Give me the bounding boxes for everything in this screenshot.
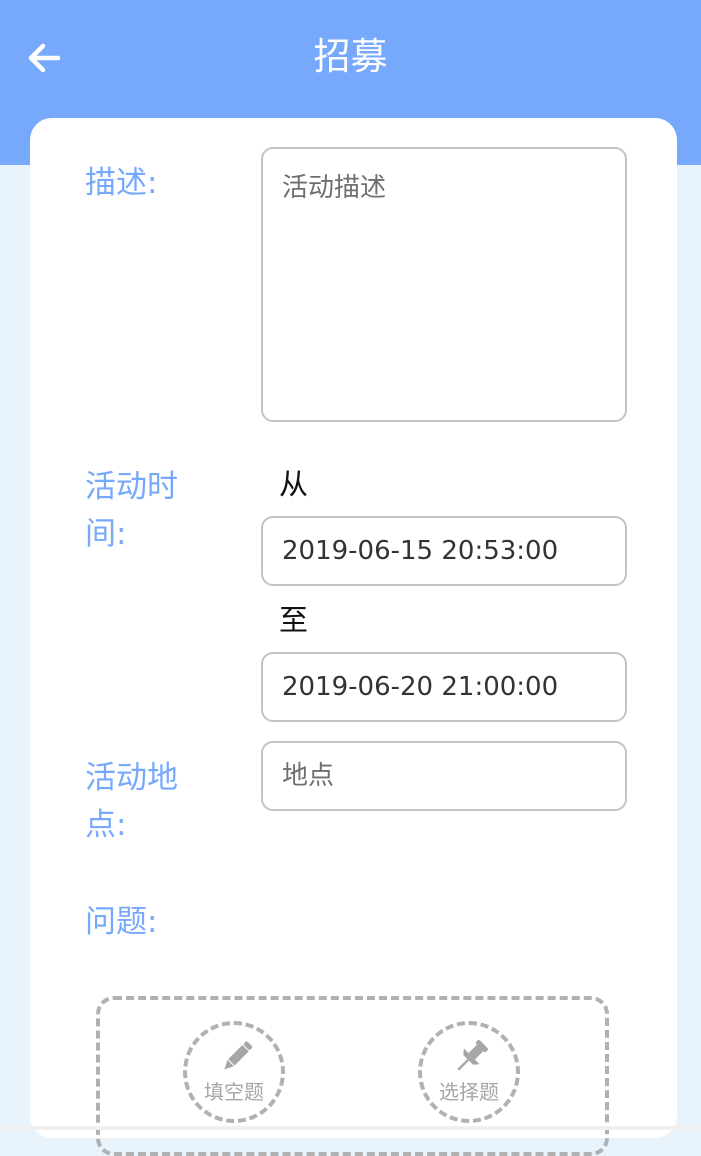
questions-label: 问题:: [85, 904, 158, 940]
page-title: 招募: [313, 35, 388, 78]
description-textarea[interactable]: [261, 147, 627, 422]
pushpin-icon: [457, 1039, 489, 1071]
fill-blank-button[interactable]: 填空题: [183, 1021, 285, 1123]
description-label: 描述:: [85, 165, 158, 201]
choice-question-label: 选择题: [439, 1080, 499, 1104]
start-time-input[interactable]: [261, 516, 627, 586]
activity-time-label: 活动时间:: [85, 469, 178, 552]
end-time-input[interactable]: [261, 652, 627, 722]
fill-blank-label: 填空题: [204, 1080, 264, 1104]
choice-question-button[interactable]: 选择题: [418, 1021, 520, 1123]
question-add-area: [96, 996, 609, 1156]
location-input[interactable]: [261, 741, 627, 811]
bottom-divider: [0, 1126, 701, 1130]
time-to-label: 至: [279, 603, 309, 637]
location-label: 活动地点:: [85, 760, 178, 843]
time-from-label: 从: [279, 467, 309, 501]
pencil-icon: [224, 1041, 253, 1070]
